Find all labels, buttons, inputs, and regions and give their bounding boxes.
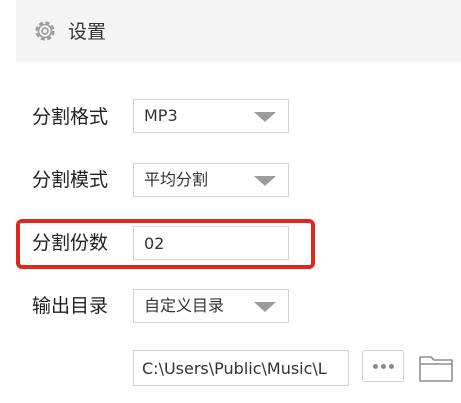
mode-label: 分割模式 (32, 169, 109, 191)
gear-icon (35, 21, 55, 41)
settings-header: 设置 (16, 0, 461, 62)
output-select[interactable]: 自定义目录 (133, 289, 289, 323)
mode-selected-value: 平均分割 (144, 170, 209, 189)
output-label: 输出目录 (32, 295, 109, 317)
chevron-down-icon (254, 176, 276, 186)
format-label: 分割格式 (32, 106, 109, 128)
browse-more-button[interactable] (362, 350, 404, 382)
output-path-field (133, 350, 349, 386)
chevron-down-icon (254, 302, 276, 312)
mode-select[interactable]: 平均分割 (133, 163, 289, 197)
parts-label: 分割份数 (32, 232, 109, 254)
page-title: 设置 (68, 21, 107, 43)
format-selected-value: MP3 (144, 106, 178, 125)
chevron-down-icon (254, 112, 276, 122)
format-select[interactable]: MP3 (133, 99, 289, 133)
output-selected-value: 自定义目录 (144, 296, 225, 315)
parts-count-input[interactable] (133, 226, 289, 260)
folder-icon[interactable] (418, 351, 454, 383)
output-path-input[interactable] (134, 351, 348, 385)
